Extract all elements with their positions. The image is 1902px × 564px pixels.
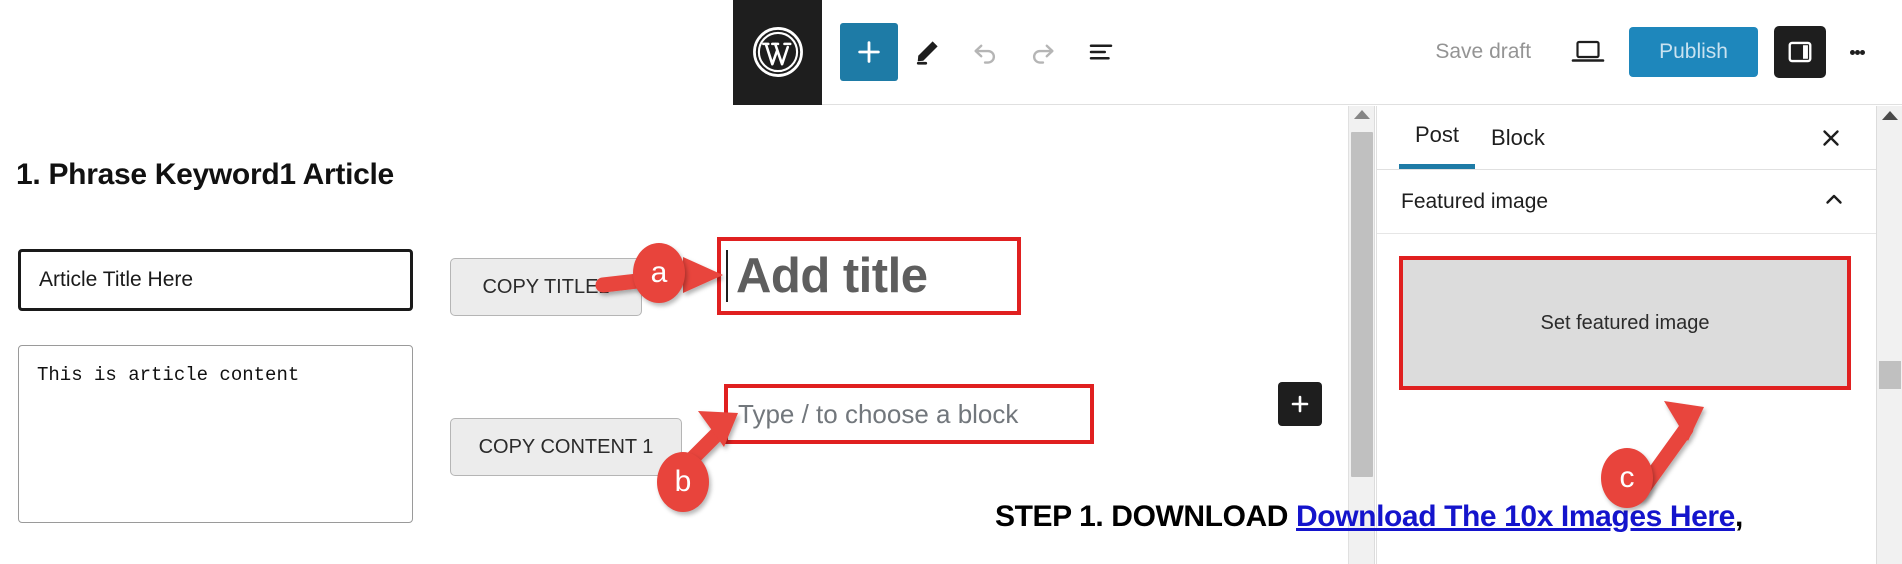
more-options-button[interactable]	[1834, 26, 1880, 78]
scroll-up-arrow-icon[interactable]	[1881, 111, 1898, 120]
document-outline-icon	[1089, 44, 1113, 60]
redo-arrow-icon	[1032, 44, 1054, 64]
add-block-button[interactable]	[840, 23, 898, 81]
plus-icon	[858, 41, 880, 63]
laptop-preview-icon	[1571, 40, 1605, 62]
callout-badge-c: c	[1601, 448, 1653, 508]
wordpress-editor-toolbar: Save draft Publish	[733, 0, 1902, 105]
scroll-up-arrow-icon[interactable]	[1353, 110, 1370, 119]
publish-button[interactable]: Publish	[1629, 27, 1758, 77]
plus-icon	[1291, 395, 1309, 413]
close-x-icon	[1823, 129, 1839, 146]
close-sidebar-button[interactable]	[1812, 119, 1850, 157]
save-draft-button[interactable]: Save draft	[1419, 40, 1547, 64]
scrollbar-thumb[interactable]	[1879, 361, 1901, 389]
inline-block-inserter-button[interactable]	[1278, 382, 1322, 426]
tab-block[interactable]: Block	[1475, 106, 1561, 169]
set-featured-image-dropzone[interactable]: Set featured image	[1399, 256, 1851, 390]
chevron-up-icon	[1826, 194, 1842, 204]
undo-arrow-icon	[974, 44, 996, 64]
kebab-dot	[1859, 49, 1865, 55]
toolbar-right-group: Save draft Publish	[1419, 26, 1902, 78]
download-images-link[interactable]: Download The 10x Images Here	[1296, 500, 1735, 533]
settings-sidebar-toggle-button[interactable]	[1774, 26, 1826, 78]
featured-image-panel-title: Featured image	[1401, 189, 1549, 213]
edit-tool-button[interactable]	[898, 23, 956, 81]
screenshot-root: Save draft Publish 1. Phrase Keyword1 Ar…	[0, 0, 1902, 564]
kebab-dot	[1854, 49, 1860, 55]
list-view-button[interactable]	[1072, 23, 1130, 81]
block-prompt-highlight[interactable]: Type / to choose a block	[724, 384, 1094, 444]
settings-panel-icon	[1788, 41, 1812, 63]
post-title-field-highlight[interactable]: Add title	[717, 237, 1021, 315]
page-vertical-scrollbar[interactable]	[1876, 106, 1902, 564]
sidebar-tablist: Post Block	[1377, 106, 1876, 170]
pencil-icon	[916, 41, 938, 65]
redo-button[interactable]	[1014, 23, 1072, 81]
copy-title-button[interactable]: COPY TITLE1	[450, 258, 642, 316]
scrollbar-thumb[interactable]	[1351, 132, 1373, 477]
add-title-placeholder: Add title	[736, 249, 928, 303]
toolbar-left-group	[822, 23, 1130, 81]
kebab-dot	[1849, 49, 1855, 55]
text-caret	[726, 250, 728, 302]
featured-image-panel-header[interactable]: Featured image	[1377, 170, 1876, 234]
undo-button[interactable]	[956, 23, 1014, 81]
page-heading: 1. Phrase Keyword1 Article	[16, 158, 394, 191]
preview-button[interactable]	[1561, 26, 1615, 78]
set-featured-image-label: Set featured image	[1540, 311, 1710, 334]
block-placeholder-text: Type / to choose a block	[738, 398, 1019, 429]
collapse-panel-button[interactable]	[1822, 187, 1846, 216]
article-content-textarea[interactable]	[18, 345, 413, 523]
wordpress-logo-glyph	[752, 27, 803, 77]
editor-canvas	[733, 106, 1349, 564]
tab-post[interactable]: Post	[1399, 106, 1476, 169]
callout-badge-b: b	[657, 452, 709, 512]
step-trailing-text: ,	[1734, 500, 1743, 533]
editor-vertical-scrollbar[interactable]	[1349, 106, 1375, 564]
callout-badge-a: a	[633, 243, 685, 303]
article-title-input[interactable]	[18, 249, 413, 311]
step-prefix-text: STEP 1. DOWNLOAD	[995, 500, 1297, 533]
wordpress-logo-icon[interactable]	[733, 0, 822, 105]
copy-content-button[interactable]: COPY CONTENT 1	[450, 418, 682, 476]
